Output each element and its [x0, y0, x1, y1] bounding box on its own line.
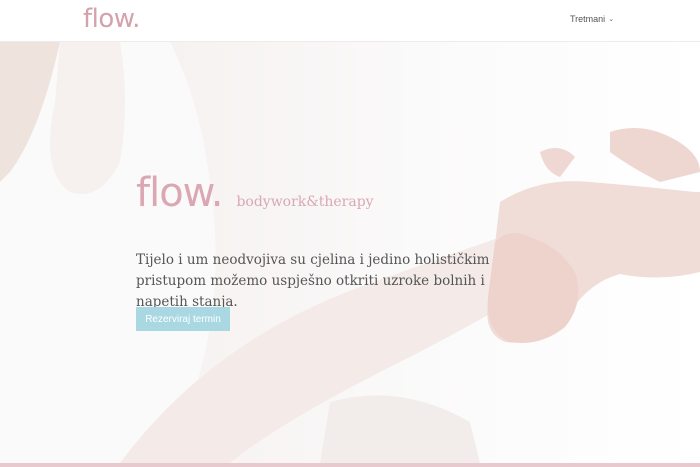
- bottom-accent-bar: [0, 463, 700, 467]
- book-appointment-button[interactable]: Rezerviraj termin: [136, 307, 230, 331]
- site-header: flow. Tretmani ⌄: [0, 0, 700, 42]
- hero-tagline: Tijelo i um neodvojiva su cjelina i jedi…: [136, 252, 490, 310]
- header-logo[interactable]: flow.: [83, 4, 140, 34]
- hero-section: flow. bodywork&therapy Tijelo i um neodv…: [0, 42, 700, 463]
- nav-item-treatments[interactable]: Tretmani ⌄: [570, 14, 614, 24]
- hero-brand-logo: flow.: [136, 170, 223, 216]
- hero-brand-subtitle: bodywork&therapy: [236, 194, 374, 210]
- nav-item-label: Tretmani: [570, 14, 606, 24]
- hero-brand: flow. bodywork&therapy: [136, 170, 374, 216]
- chevron-down-icon: ⌄: [608, 16, 615, 23]
